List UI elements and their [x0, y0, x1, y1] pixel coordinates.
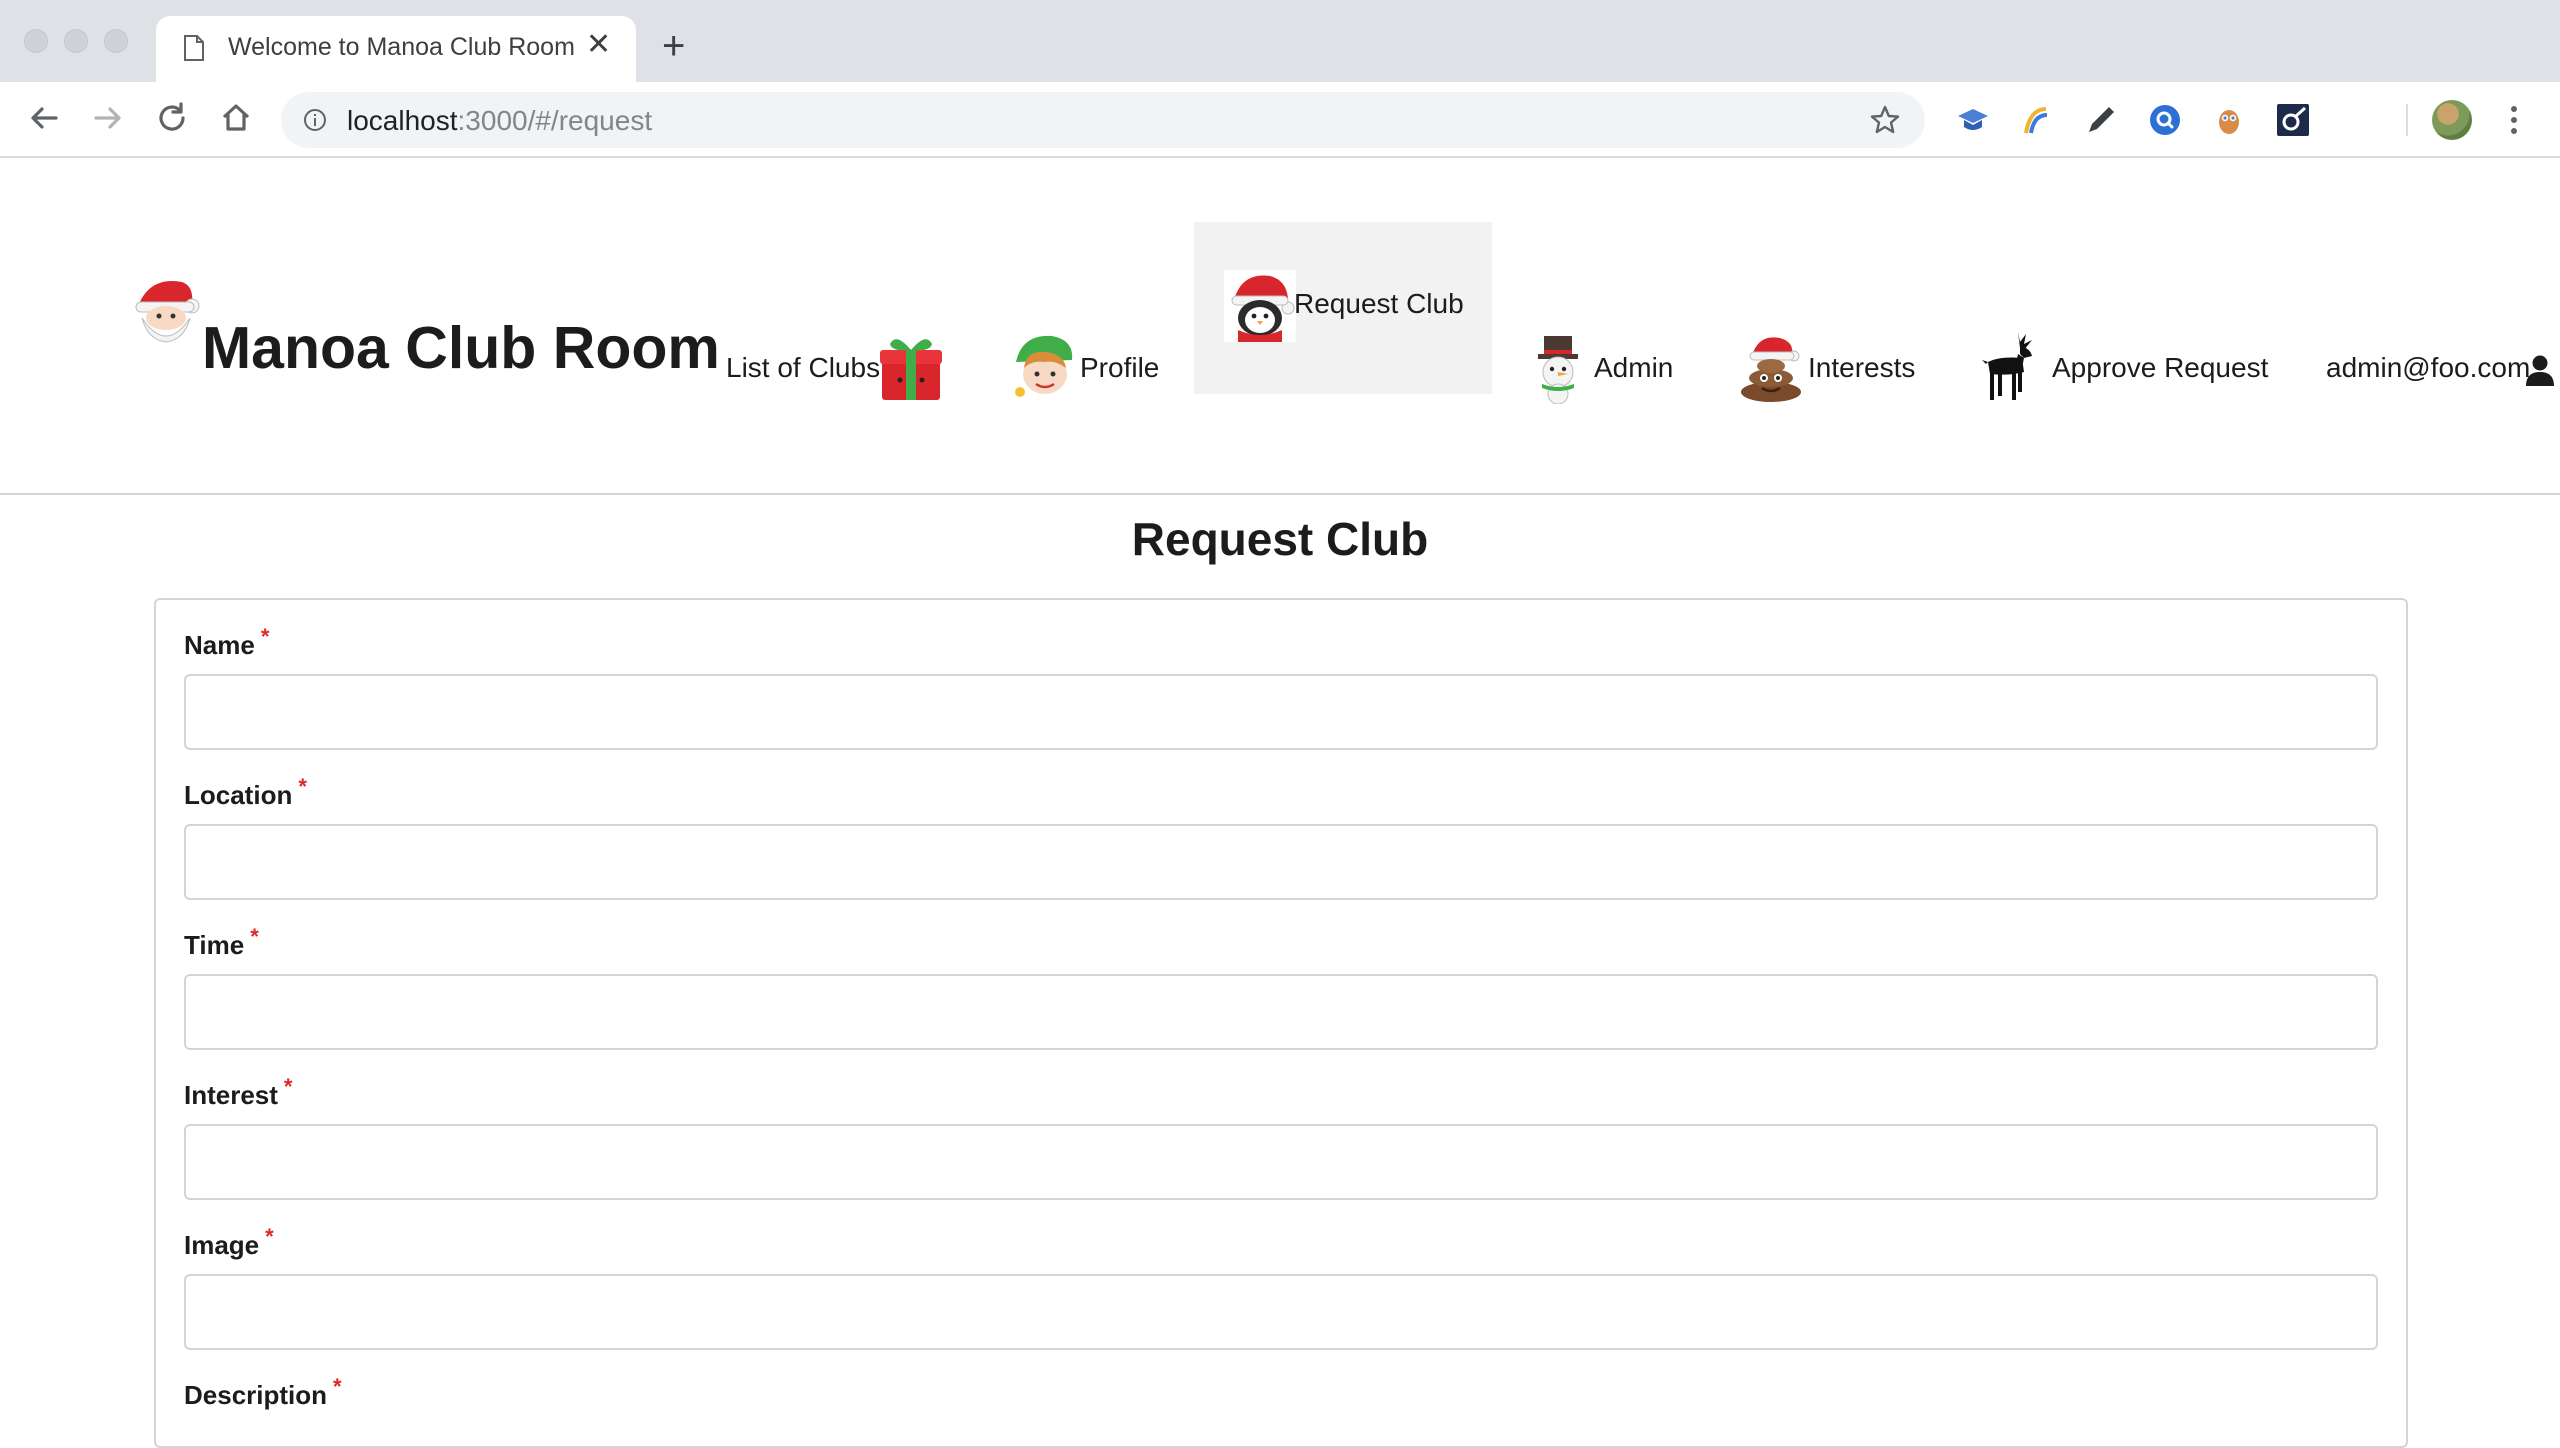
field-label-text: Interest — [184, 1080, 278, 1110]
more-menu-icon[interactable] — [2508, 100, 2520, 140]
nav-item-label: Request Club — [1294, 288, 1464, 319]
santa-icon — [135, 281, 200, 343]
eye-extension-icon[interactable] — [2276, 103, 2310, 137]
page-title: Request Club — [1131, 513, 1429, 565]
browser-tabstrip: Welcome to Manoa Club Room ✕ + — [0, 0, 2560, 82]
field-label-text: Name — [184, 630, 255, 660]
image-input[interactable] — [184, 1274, 2378, 1350]
nav-item-user-menu[interactable]: admin@foo.com — [2310, 222, 2560, 394]
required-marker: * — [283, 1074, 293, 1099]
reindeer-icon — [1982, 332, 2032, 400]
search-extension-icon[interactable] — [2148, 103, 2182, 137]
nav-item-label: Profile — [1080, 352, 1160, 383]
name-input[interactable] — [184, 674, 2378, 750]
time-label: Time * — [184, 924, 259, 961]
bookmark-star-icon[interactable] — [1869, 104, 1901, 136]
interest-input[interactable] — [184, 1124, 2378, 1200]
field-label-text: Location — [184, 780, 293, 810]
poop-santa-icon — [1741, 337, 1801, 402]
user-email: admin@foo.com — [2326, 352, 2531, 383]
required-marker: * — [333, 1374, 342, 1399]
url-path: :3000/#/request — [457, 105, 653, 136]
time-input[interactable] — [184, 974, 2378, 1050]
nav-item-label: Admin — [1594, 352, 1674, 383]
profile-avatar[interactable] — [2432, 100, 2472, 140]
brand-title: Manoa Club Room — [202, 315, 720, 381]
nav-item-admin[interactable]: Admin — [1508, 222, 1692, 404]
name-label: Name * — [184, 624, 269, 661]
required-marker: * — [260, 624, 270, 649]
brand-link[interactable]: Manoa Club Room — [130, 274, 720, 384]
forward-arrow-icon[interactable] — [88, 98, 128, 138]
close-tab-icon[interactable]: ✕ — [586, 30, 611, 60]
field-label-text: Description — [184, 1380, 328, 1410]
nav-item-label: List of Clubs — [726, 352, 881, 383]
document-icon — [184, 35, 204, 61]
toolbar-separator — [2406, 104, 2408, 136]
window-zoom-button[interactable] — [104, 29, 128, 53]
user-icon — [2526, 355, 2554, 386]
window-close-button[interactable] — [24, 29, 48, 53]
browser-toolbar: localhost:3000/#/request — [0, 82, 2560, 158]
url-host: localhost — [347, 105, 458, 136]
nav-item-approve-request[interactable]: Approve Request — [1968, 222, 2272, 400]
info-icon[interactable] — [303, 108, 327, 132]
home-icon[interactable] — [216, 98, 256, 138]
new-tab-icon[interactable]: + — [662, 26, 685, 66]
app-navbar: Manoa Club Room List of Clubs Profile Re… — [0, 158, 2560, 495]
location-label: Location * — [184, 774, 307, 811]
back-arrow-icon[interactable] — [24, 98, 64, 138]
location-input[interactable] — [184, 824, 2378, 900]
snowman-icon — [1538, 336, 1578, 404]
pencil-extension-icon[interactable] — [2084, 103, 2118, 137]
nav-item-list-of-clubs[interactable]: List of Clubs — [712, 222, 954, 400]
nav-item-label: Approve Request — [2052, 352, 2269, 383]
elf-icon — [1015, 335, 1073, 397]
window-minimize-button[interactable] — [64, 29, 88, 53]
tab-title: Welcome to Manoa Club Room — [228, 33, 575, 61]
browser-tab-active[interactable]: Welcome to Manoa Club Room ✕ — [156, 16, 636, 82]
penguin-santa-icon — [1224, 270, 1296, 342]
nav-item-request-club[interactable]: Request Club — [1194, 222, 1492, 394]
nav-item-profile[interactable]: Profile — [998, 222, 1182, 397]
nav-item-label: Interests — [1808, 352, 1916, 383]
image-label: Image * — [184, 1224, 274, 1261]
required-marker: * — [250, 924, 259, 949]
request-club-form: Name * Location * Time * Interest * Image * D… — [154, 598, 2408, 1448]
rainbow-extension-icon[interactable] — [2020, 103, 2054, 137]
description-label: Description * — [184, 1374, 342, 1411]
gift-icon — [880, 339, 942, 400]
url-text[interactable]: localhost:3000/#/request — [347, 105, 652, 137]
required-marker: * — [265, 1224, 274, 1249]
nav-item-interests[interactable]: Interests — [1724, 222, 1924, 402]
required-marker: * — [298, 774, 307, 799]
address-bar[interactable]: localhost:3000/#/request — [281, 92, 1925, 148]
graduation-cap-extension-icon[interactable] — [1956, 103, 1990, 137]
field-label-text: Image — [184, 1230, 260, 1260]
interest-label: Interest * — [184, 1074, 292, 1111]
mascot-extension-icon[interactable] — [2212, 103, 2246, 137]
reload-icon[interactable] — [152, 98, 192, 138]
field-label-text: Time — [184, 930, 245, 960]
